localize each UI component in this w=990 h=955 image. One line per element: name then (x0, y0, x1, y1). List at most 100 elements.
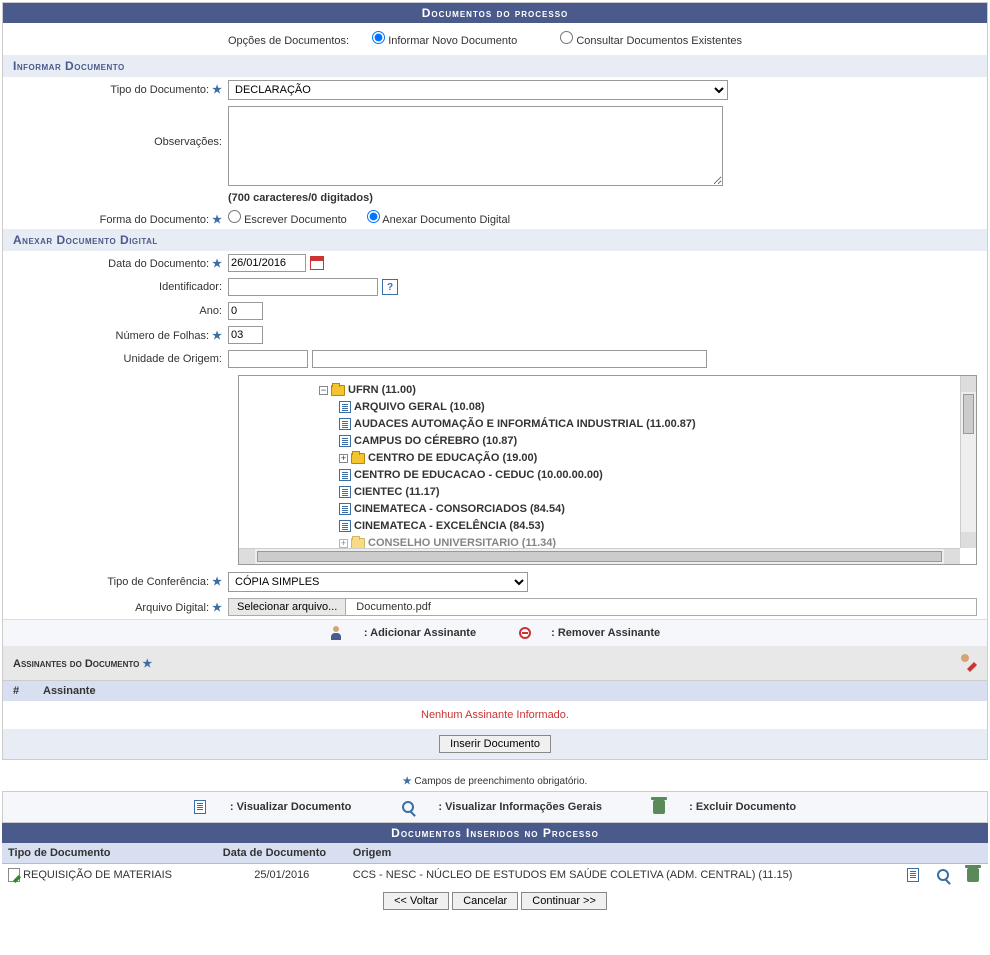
horizontal-scrollbar[interactable] (239, 548, 960, 564)
doc-icon (339, 469, 351, 481)
trash-icon[interactable] (967, 868, 979, 882)
pages-input[interactable] (228, 326, 263, 344)
signers-title: Assinantes do Documento (13, 658, 139, 670)
col-hash: # (13, 685, 43, 697)
tree-item[interactable]: CENTRO DE EDUCACAO - CEDUC (10.00.00.00) (339, 467, 954, 484)
scroll-thumb[interactable] (963, 394, 974, 434)
magnifier-icon[interactable] (937, 869, 949, 881)
file-select-button[interactable]: Selecionar arquivo... (229, 599, 346, 615)
file-label: Arquivo Digital: (135, 602, 209, 614)
form-write-label: Escrever Documento (244, 214, 347, 226)
tree-item[interactable]: ARQUIVO GERAL (10.08) (339, 399, 954, 416)
row-date: 25/01/2016 (217, 864, 347, 887)
remove-signer-label: : Remover Assinante (551, 627, 660, 639)
doc-type-label: Tipo do Documento: (110, 84, 209, 96)
view-doc-icon[interactable] (907, 868, 919, 882)
section-attach: Anexar Documento Digital (3, 229, 987, 251)
scroll-thumb[interactable] (257, 551, 942, 562)
conf-select[interactable]: CÓPIA SIMPLES (228, 572, 528, 592)
trash-icon (653, 800, 665, 814)
tree-item[interactable]: AUDACES AUTOMAÇÃO E INFORMÁTICA INDUSTRI… (339, 416, 954, 433)
th-type: Tipo de Documento (2, 843, 217, 864)
signer-legend: : Adicionar Assinante : Remover Assinant… (3, 619, 987, 646)
tree-root-label: UFRN (11.00) (348, 384, 416, 396)
option-inform[interactable]: Informar Novo Documento (372, 35, 517, 47)
unit-tree[interactable]: − UFRN (11.00) ARQUIVO GERAL (10.08)AUDAC… (238, 375, 977, 565)
form-attach-label: Anexar Documento Digital (382, 214, 510, 226)
section-inform: Informar Documento (3, 55, 987, 77)
edit-doc-icon[interactable] (8, 868, 20, 882)
ident-input[interactable] (228, 278, 378, 296)
option-consult-radio[interactable] (560, 31, 573, 44)
required-star: ★ (212, 330, 222, 342)
options-label: Opções de Documentos: (228, 35, 349, 47)
no-signer-message: Nenhum Assinante Informado. (3, 701, 987, 729)
conf-label: Tipo de Conferência: (107, 576, 209, 588)
required-star: ★ (212, 602, 222, 614)
inserted-docs-table: Tipo de Documento Data de Documento Orig… (2, 843, 988, 886)
signers-header: Assinantes do Documento ★ (3, 646, 987, 680)
col-signer: Assinante (43, 685, 96, 697)
ident-label: Identificador: (159, 281, 222, 293)
folder-icon (331, 385, 345, 396)
doc-type-select[interactable]: DECLARAÇÃO (228, 80, 728, 100)
option-inform-radio[interactable] (372, 31, 385, 44)
form-write[interactable]: Escrever Documento (228, 210, 347, 226)
folder-icon (351, 538, 365, 548)
row-type: REQUISIÇÃO DE MATERIAIS (23, 869, 172, 881)
view-doc-icon (194, 800, 206, 814)
edit-signer-icon[interactable] (959, 654, 977, 672)
form-attach[interactable]: Anexar Documento Digital (367, 210, 510, 226)
inserted-title: Documentos Inseridos no Processo (2, 823, 988, 843)
folder-icon (351, 453, 365, 464)
required-star: ★ (212, 84, 222, 96)
form-write-radio[interactable] (228, 210, 241, 223)
doc-icon (339, 486, 351, 498)
origin-name-input[interactable] (312, 350, 707, 368)
vertical-scrollbar[interactable] (960, 376, 976, 548)
year-input[interactable] (228, 302, 263, 320)
expand-icon[interactable]: + (339, 454, 348, 463)
table-row: REQUISIÇÃO DE MATERIAIS 25/01/2016 CCS -… (2, 864, 988, 887)
tree-item[interactable]: CAMPUS DO CÉREBRO (10.87) (339, 433, 954, 450)
tree-item[interactable]: +CONSELHO UNIVERSITARIO (11.34) (339, 535, 954, 548)
insert-document-button[interactable]: Inserir Documento (439, 735, 551, 753)
file-name: Documento.pdf (350, 599, 437, 615)
calendar-icon[interactable] (310, 256, 324, 270)
row-origin: CCS - NESC - NÚCLEO DE ESTUDOS EM SAÚDE … (347, 864, 898, 887)
pages-label: Número de Folhas: (116, 330, 210, 342)
panel-title: Documentos do processo (3, 3, 987, 23)
option-inform-label: Informar Novo Documento (388, 35, 517, 47)
option-consult[interactable]: Consultar Documentos Existentes (560, 35, 742, 47)
date-input[interactable] (228, 254, 306, 272)
year-label: Ano: (199, 305, 222, 317)
required-note: ★ Campos de preenchimento obrigatório. (2, 772, 988, 791)
th-date: Data de Documento (217, 843, 347, 864)
form-attach-radio[interactable] (367, 210, 380, 223)
tree-item[interactable]: +CENTRO DE EDUCAÇÃO (19.00) (339, 450, 954, 467)
obs-textarea[interactable] (228, 106, 723, 186)
add-signer-icon (330, 626, 344, 640)
doc-form-label: Forma do Documento: (100, 214, 209, 226)
doc-icon (339, 418, 351, 430)
origin-code-input[interactable] (228, 350, 308, 368)
cancel-button[interactable]: Cancelar (452, 892, 518, 910)
doc-icon (339, 435, 351, 447)
tree-root[interactable]: − UFRN (11.00) (319, 382, 954, 399)
help-icon[interactable]: ? (382, 279, 398, 295)
required-star: ★ (212, 214, 222, 226)
option-consult-label: Consultar Documentos Existentes (576, 35, 742, 47)
tree-item[interactable]: CIENTEC (11.17) (339, 484, 954, 501)
back-button[interactable]: << Voltar (383, 892, 449, 910)
tree-item[interactable]: CINEMATECA - CONSORCIADOS (84.54) (339, 501, 954, 518)
origin-label: Unidade de Origem: (124, 353, 222, 365)
footer-buttons: << Voltar Cancelar Continuar >> (2, 886, 988, 916)
continue-button[interactable]: Continuar >> (521, 892, 607, 910)
required-star: ★ (212, 258, 222, 270)
expand-icon[interactable]: + (339, 539, 348, 548)
doc-icon (339, 401, 351, 413)
obs-label: Observações: (154, 136, 222, 148)
collapse-icon[interactable]: − (319, 386, 328, 395)
tree-item[interactable]: CINEMATECA - EXCELÊNCIA (84.53) (339, 518, 954, 535)
magnifier-icon (402, 801, 414, 813)
